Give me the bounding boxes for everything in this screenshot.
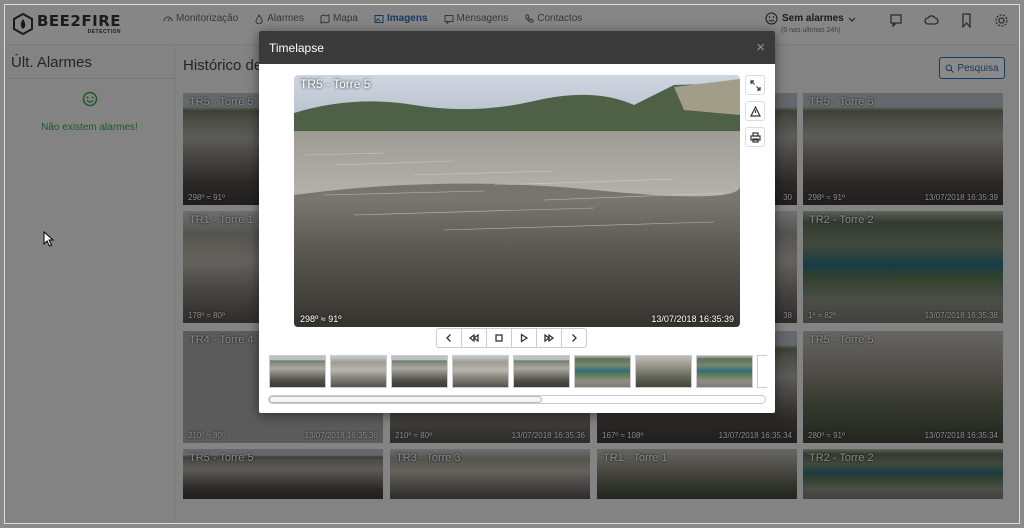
frame-thumbnail[interactable] bbox=[391, 355, 448, 388]
chevron-right-icon bbox=[572, 334, 577, 342]
frame-scrollbar[interactable] bbox=[268, 395, 766, 404]
frame-thumbnail[interactable] bbox=[330, 355, 387, 388]
stop-button[interactable] bbox=[486, 328, 512, 348]
frame-thumbnail[interactable] bbox=[269, 355, 326, 388]
fast-forward-icon bbox=[544, 333, 554, 343]
modal-title: Timelapse bbox=[269, 40, 324, 55]
fullscreen-button[interactable] bbox=[745, 75, 765, 95]
timelapse-viewer: TR5 - Torre 5 298º ≈ 91º 13/07/2018 16:3… bbox=[294, 75, 740, 327]
frame-thumbnail[interactable] bbox=[574, 355, 631, 388]
frame-thumbnail[interactable] bbox=[452, 355, 509, 388]
frame-thumbnail[interactable] bbox=[696, 355, 753, 388]
previous-button[interactable] bbox=[436, 328, 462, 348]
rewind-icon bbox=[469, 333, 479, 343]
frame-strip bbox=[269, 355, 767, 388]
viewer-date: 13/07/2018 16:35:39 bbox=[651, 314, 734, 324]
close-icon[interactable]: × bbox=[756, 39, 765, 56]
app-window: BEE2FIRE DETECTION Monitorização Alarmes… bbox=[4, 4, 1020, 524]
expand-icon bbox=[749, 79, 761, 91]
print-icon bbox=[749, 131, 761, 143]
frame-thumbnail[interactable] bbox=[635, 355, 692, 388]
viewer-angles: 298º ≈ 91º bbox=[300, 314, 342, 324]
next-button[interactable] bbox=[561, 328, 587, 348]
rewind-button[interactable] bbox=[461, 328, 487, 348]
playback-controls bbox=[436, 328, 587, 348]
mouse-cursor-icon bbox=[43, 231, 55, 247]
play-button[interactable] bbox=[511, 328, 537, 348]
frame-thumbnail[interactable] bbox=[513, 355, 570, 388]
print-button[interactable] bbox=[745, 127, 765, 147]
modal-header: Timelapse bbox=[259, 31, 775, 64]
chevron-left-icon bbox=[446, 334, 451, 342]
viewer-title: TR5 - Torre 5 bbox=[300, 77, 371, 91]
fast-forward-button[interactable] bbox=[536, 328, 562, 348]
play-icon bbox=[520, 333, 529, 343]
stop-icon bbox=[495, 334, 503, 342]
frame-thumbnail[interactable] bbox=[757, 355, 767, 388]
timelapse-modal: Timelapse × TR5 - Torre 5 298º ≈ 91º 13/… bbox=[259, 31, 775, 413]
report-button[interactable] bbox=[745, 101, 765, 121]
scrollbar-thumb[interactable] bbox=[269, 396, 542, 403]
viewer-image bbox=[294, 75, 740, 327]
warning-icon bbox=[749, 105, 761, 117]
